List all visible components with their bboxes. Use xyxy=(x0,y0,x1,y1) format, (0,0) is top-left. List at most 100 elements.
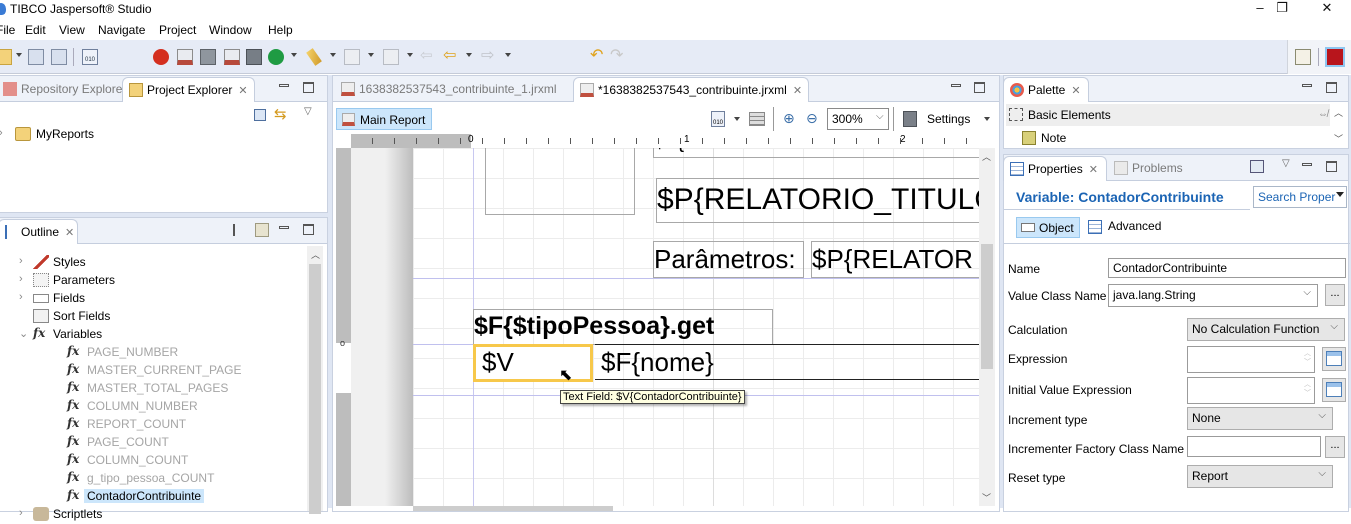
restore-button[interactable]: ❐ xyxy=(1262,0,1302,18)
zoom-in-icon[interactable]: ⊕ xyxy=(783,110,795,127)
parameters-field[interactable]: $P{RELATOR xyxy=(811,241,979,278)
publish-icon[interactable] xyxy=(246,49,262,65)
settings-dropdown-icon[interactable] xyxy=(984,117,990,121)
tab-contribuinte-1[interactable]: 1638382537543_contribuinte_1.jrxml xyxy=(335,77,562,102)
reset-type-combo[interactable]: Report ⌵ xyxy=(1187,465,1333,488)
view-menu-icon[interactable]: ▽ xyxy=(1282,158,1290,169)
maximize-panel-icon[interactable] xyxy=(303,224,314,235)
tab-outline[interactable]: Outline ✕ xyxy=(0,219,78,244)
minimize-panel-icon[interactable] xyxy=(951,84,961,87)
new-icon[interactable] xyxy=(0,49,12,65)
report-header-field[interactable]: $F{ xyxy=(653,148,979,158)
editor-scrollbar[interactable]: ︿ ﹀ xyxy=(979,148,995,506)
tree-mode-icon[interactable] xyxy=(233,224,245,236)
tab-palette[interactable]: Palette ✕ xyxy=(1003,77,1089,102)
menu-help[interactable]: Help xyxy=(268,23,293,37)
outline-item-column-count[interactable]: fx COLUMN_COUNT xyxy=(53,452,279,470)
value-class-browse-button[interactable]: ... xyxy=(1325,284,1345,306)
palette-section-basic-elements[interactable]: Basic Elements ⇎ xyxy=(1006,104,1330,126)
incrementer-factory-input[interactable] xyxy=(1187,436,1321,457)
link-with-editor-icon[interactable]: ⇆ xyxy=(274,105,287,123)
next-annotation-dropdown-icon[interactable] xyxy=(368,53,374,57)
outline-scroll-thumb[interactable] xyxy=(309,264,321,514)
forward-icon[interactable]: ⇨ xyxy=(481,48,497,65)
maximize-panel-icon[interactable] xyxy=(974,82,985,93)
initial-value-editor-button[interactable] xyxy=(1322,378,1346,402)
search-properties-input[interactable]: Search Proper xyxy=(1253,186,1347,208)
name-text-field[interactable]: $F{nome} xyxy=(595,344,979,380)
save-all-icon[interactable] xyxy=(51,49,67,65)
outline-item-g-tipo-pessoa-count[interactable]: fx g_tipo_pessoa_COUNT xyxy=(53,470,279,488)
outline-item-contadorcontribuinte[interactable]: fx ContadorContribuinte xyxy=(53,488,279,506)
tab-problems[interactable]: Problems xyxy=(1108,156,1189,181)
prev-annotation-icon[interactable] xyxy=(383,49,399,65)
group-header-field[interactable]: $F{$tipoPessoa}.get xyxy=(473,309,773,345)
scroll-up-icon[interactable]: ︿ xyxy=(982,150,991,163)
outline-item-scriptlets[interactable]: › Scriptlets xyxy=(19,506,279,524)
outline-item-master-current-page[interactable]: fx MASTER_CURRENT_PAGE xyxy=(53,362,279,380)
close-button[interactable]: ✕ xyxy=(1307,0,1347,18)
pencil-dropdown-icon[interactable] xyxy=(330,53,336,57)
main-report-button[interactable]: Main Report xyxy=(336,108,432,130)
settings-icon[interactable] xyxy=(903,111,917,127)
outline-item-report-count[interactable]: fx REPORT_COUNT xyxy=(53,416,279,434)
redo-icon[interactable]: ↷ xyxy=(610,48,626,65)
outline-view-icon[interactable] xyxy=(749,112,765,126)
expand-chevron-icon[interactable]: › xyxy=(0,127,3,139)
subtab-advanced[interactable]: Advanced xyxy=(1086,217,1176,238)
view-menu-icon[interactable]: ▽ xyxy=(304,106,312,117)
new-wizard-icon[interactable] xyxy=(224,49,240,65)
debug-icon[interactable] xyxy=(153,49,169,65)
subtab-object[interactable]: Object xyxy=(1016,217,1080,238)
minimize-panel-icon[interactable] xyxy=(1302,84,1312,87)
save-icon[interactable] xyxy=(28,49,44,65)
new-report-icon[interactable] xyxy=(177,49,193,65)
report-design-perspective-icon[interactable] xyxy=(1325,47,1345,67)
close-tab-icon[interactable]: ✕ xyxy=(793,85,802,97)
initial-value-input[interactable]: ︿ ﹀ xyxy=(1187,377,1315,404)
palette-item-note[interactable]: Note xyxy=(1022,128,1222,148)
scroll-up-icon[interactable]: ︿ xyxy=(311,248,320,261)
back-nav-icon[interactable]: ⇦ xyxy=(420,48,436,65)
forward-dropdown-icon[interactable] xyxy=(505,53,511,57)
tab-properties[interactable]: Properties ✕ xyxy=(1003,156,1107,181)
outline-item-master-total-pages[interactable]: fx MASTER_TOTAL_PAGES xyxy=(53,380,279,398)
scroll-up-icon[interactable]: ︿ xyxy=(1334,106,1343,119)
tab-project-explorer[interactable]: Project Explorer ✕ xyxy=(122,77,255,102)
expand-chevron-icon[interactable]: › xyxy=(19,291,23,303)
incrementer-factory-browse-button[interactable]: ... xyxy=(1325,436,1345,458)
scroll-down-icon[interactable]: ﹀ xyxy=(1334,132,1343,145)
pin-icon[interactable]: ⇎ xyxy=(1318,109,1328,120)
outline-item-sort-fields[interactable]: Sort Fields xyxy=(19,308,279,326)
pencil-icon[interactable] xyxy=(306,48,322,66)
expand-chevron-icon[interactable]: › xyxy=(19,507,23,519)
expand-chevron-icon[interactable]: › xyxy=(19,273,23,285)
expression-input[interactable]: ︿ ﹀ xyxy=(1187,346,1315,373)
expression-editor-button[interactable] xyxy=(1322,347,1346,371)
close-tab-icon[interactable]: ✕ xyxy=(238,85,247,97)
outline-item-styles[interactable]: › Styles xyxy=(19,254,279,272)
undo-icon[interactable]: ↶ xyxy=(590,48,606,65)
minimize-panel-icon[interactable] xyxy=(1302,163,1312,166)
scroll-down-icon[interactable]: ﹀ xyxy=(982,491,991,504)
minimize-panel-icon[interactable] xyxy=(279,84,289,87)
name-input[interactable]: ContadorContribuinte xyxy=(1108,258,1346,278)
back-icon[interactable]: ⇦ xyxy=(443,48,459,65)
value-class-combo[interactable]: java.lang.String ⌵ xyxy=(1108,284,1318,307)
maximize-panel-icon[interactable] xyxy=(303,82,314,93)
new-dropdown-icon[interactable] xyxy=(16,53,22,57)
run-dropdown-icon[interactable] xyxy=(291,53,297,57)
collapse-chevron-icon[interactable]: ⌄ xyxy=(19,327,28,340)
compile-icon[interactable]: 010 xyxy=(82,49,98,65)
pin-view-icon[interactable] xyxy=(1250,160,1264,173)
tree-item-myreports[interactable]: › MyReports xyxy=(0,126,319,144)
expand-chevron-icon[interactable]: › xyxy=(19,255,23,267)
menu-window[interactable]: Window xyxy=(209,23,252,37)
close-tab-icon[interactable]: ✕ xyxy=(1089,164,1098,176)
editor-scroll-thumb[interactable] xyxy=(981,244,993,369)
next-annotation-icon[interactable] xyxy=(344,49,360,65)
menu-navigate[interactable]: Navigate xyxy=(98,23,145,37)
outline-item-page-count[interactable]: fx PAGE_COUNT xyxy=(53,434,279,452)
outline-item-variables[interactable]: ⌄ fx Variables xyxy=(19,326,279,344)
outline-item-fields[interactable]: › Fields xyxy=(19,290,279,308)
